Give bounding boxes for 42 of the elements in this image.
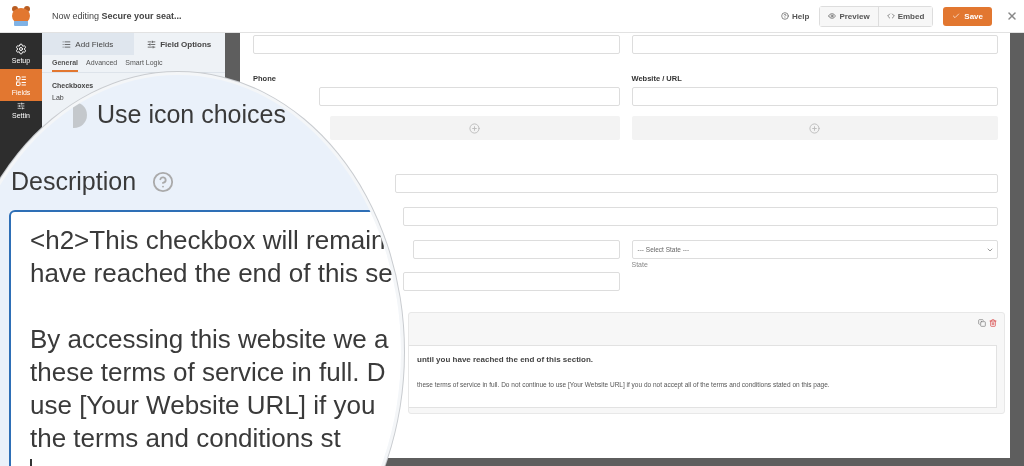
add-row-bar[interactable] [631, 116, 998, 140]
description-line: these terms of service in full. D [30, 356, 387, 389]
duplicate-icon[interactable] [978, 319, 986, 327]
close-button[interactable] [1006, 10, 1018, 22]
list-icon [62, 39, 72, 49]
add-icon [469, 122, 481, 134]
add-row-bar[interactable] [330, 116, 620, 140]
gear-icon [15, 42, 27, 55]
toggle-label: Use icon choices [97, 100, 286, 129]
check-icon [952, 12, 961, 20]
toggle-switch[interactable] [73, 101, 87, 128]
help-link[interactable]: Help [781, 11, 810, 21]
input-field[interactable] [319, 87, 620, 106]
input-field[interactable] [253, 35, 620, 54]
description-line: By accessing this website we a [30, 323, 390, 356]
eye-icon [828, 12, 837, 20]
description-line: use [Your Website URL] if you [30, 389, 377, 422]
logo-icon [9, 4, 33, 28]
input-field[interactable] [413, 240, 620, 259]
editing-title: Now editing Secure your seat... [52, 11, 183, 21]
preview-button[interactable]: Preview [820, 6, 879, 26]
content-heading: until you have reached the end of this section. [417, 355, 595, 364]
panel-tab[interactable]: Add Fields [42, 33, 134, 55]
add-icon [809, 122, 821, 134]
description-label: Description [11, 167, 137, 196]
input-field[interactable] [631, 87, 998, 106]
list-icon [15, 74, 27, 87]
help-icon [781, 12, 790, 20]
help-icon[interactable] [152, 170, 175, 193]
sliders-icon [17, 102, 25, 110]
input-field[interactable] [403, 272, 620, 291]
delete-icon[interactable] [989, 319, 997, 327]
input-field[interactable] [631, 35, 998, 54]
embed-button[interactable]: Embed [878, 6, 933, 26]
sliders-icon [147, 39, 157, 49]
code-icon [886, 12, 895, 20]
description-line: have reached the end of this se [30, 257, 394, 290]
input-field[interactable] [403, 207, 998, 226]
description-field[interactable]: <h2>This checkbox will remain have reached the end of this se By accessing this website we a these terms of service in full. D use [Your Website URL] if you the terms and conditions st [9, 210, 401, 466]
description-line: the terms and conditions st [30, 422, 342, 455]
description-line: <h2>This checkbox will remain [30, 224, 387, 257]
input-field[interactable] [395, 174, 998, 193]
